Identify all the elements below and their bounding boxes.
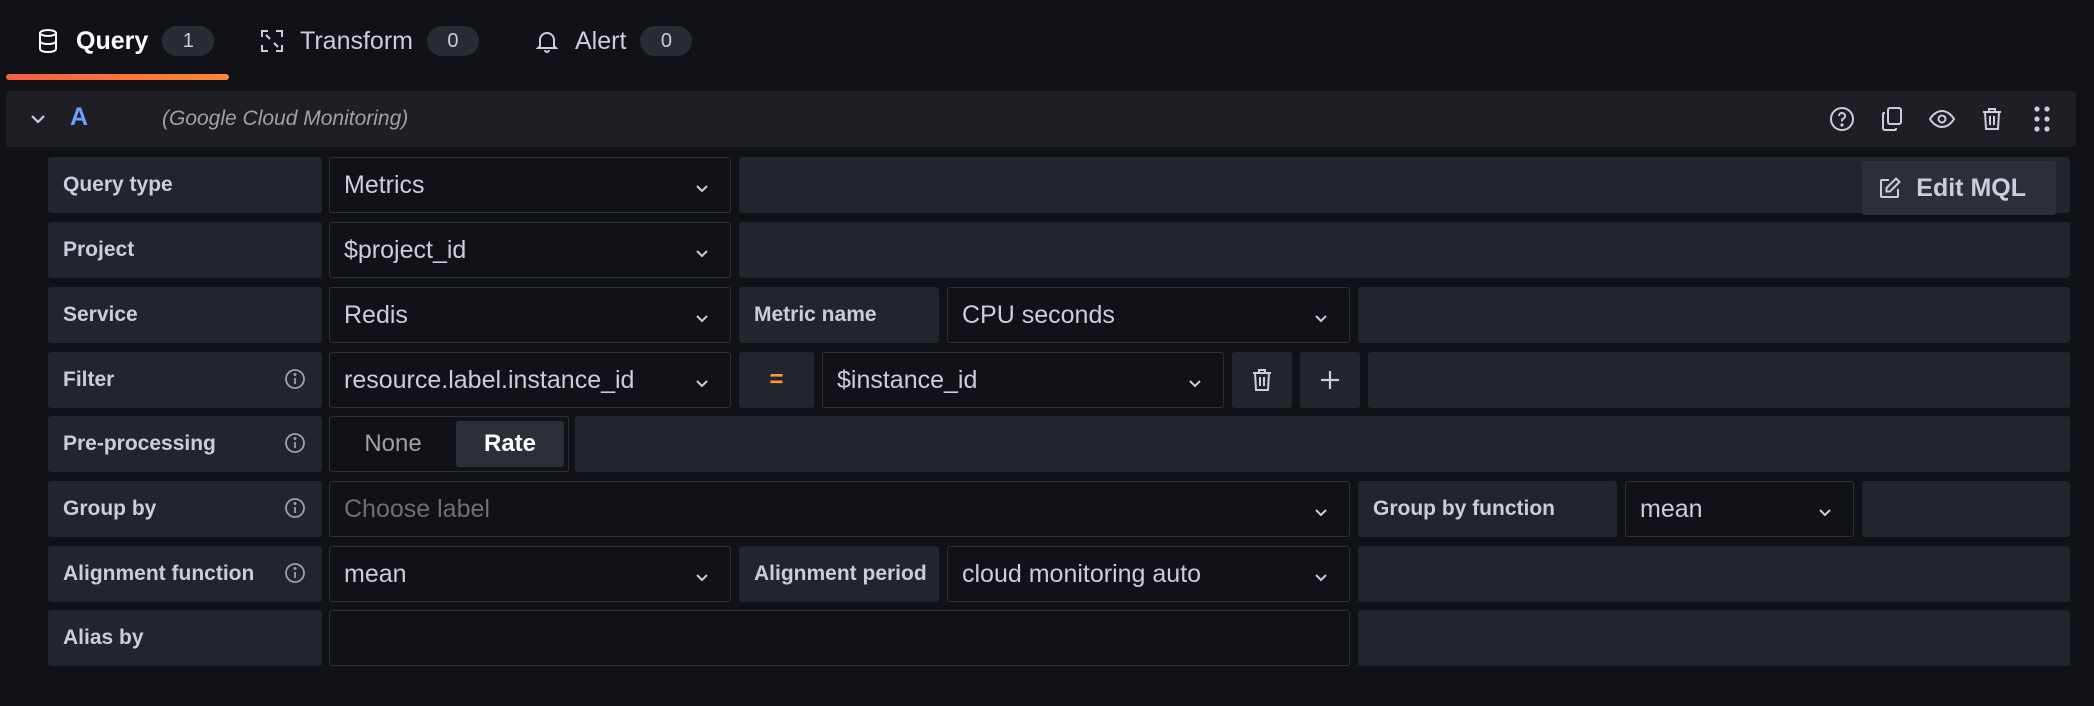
eye-icon[interactable] [1928, 103, 1956, 135]
tab-bar: Query 1 Transform 0 Alert 0 [0, 0, 2094, 82]
preprocessing-row-filler [575, 416, 2070, 472]
alignment-row: Alignment function mean Alignment period… [48, 546, 2070, 602]
preprocessing-row: Pre-processing None Rate [48, 416, 2070, 472]
group-by-select[interactable]: Choose label [329, 481, 1350, 537]
filter-value-select[interactable]: $instance_id [822, 352, 1224, 408]
chevron-down-icon [692, 371, 712, 391]
edit-mql-button[interactable]: Edit MQL [1862, 161, 2056, 215]
query-actions [1828, 103, 2056, 135]
chevron-down-icon [1185, 371, 1205, 391]
help-icon[interactable] [1828, 103, 1856, 135]
service-row-filler [1358, 287, 2070, 343]
duplicate-icon[interactable] [1878, 103, 1906, 135]
datasource-name: (Google Cloud Monitoring) [162, 107, 409, 130]
remove-filter-button[interactable] [1232, 352, 1292, 408]
group-by-function-select[interactable]: mean [1625, 481, 1854, 537]
alias-by-input[interactable] [329, 610, 1350, 666]
info-icon[interactable] [284, 368, 308, 392]
filter-row-filler [1368, 352, 2070, 408]
group-by-label: Group by [48, 481, 322, 537]
query-type-row: Query type Metrics Edit MQL [48, 157, 2070, 215]
project-row-filler [739, 222, 2070, 278]
chevron-down-icon [692, 241, 712, 261]
add-filter-button[interactable] [1300, 352, 1360, 408]
alignment-period-label: Alignment period [739, 546, 939, 602]
drag-handle-icon[interactable] [2028, 103, 2056, 135]
tab-label: Query [76, 26, 149, 55]
filter-operator-button[interactable]: = [739, 352, 814, 408]
group-by-row: Group by Choose label Group by function … [48, 481, 2070, 537]
chevron-down-icon [692, 565, 712, 585]
tab-count-badge: 0 [426, 26, 479, 56]
database-icon [34, 27, 62, 55]
project-label: Project [48, 222, 322, 278]
preprocessing-label: Pre-processing [48, 416, 322, 472]
preprocessing-radio-group: None Rate [329, 416, 569, 472]
tab-count-badge: 0 [640, 26, 693, 56]
metric-name-label: Metric name [739, 287, 939, 343]
tab-label: Transform [300, 26, 413, 55]
alignment-function-select[interactable]: mean [329, 546, 731, 602]
preprocessing-option-rate[interactable]: Rate [456, 421, 564, 467]
service-label: Service [48, 287, 322, 343]
info-icon[interactable] [284, 432, 308, 456]
alias-by-row: Alias by [48, 610, 2070, 666]
filter-row: Filter resource.label.instance_id = $ins… [48, 352, 2070, 408]
chevron-down-icon [1815, 500, 1835, 520]
tab-count-badge: 1 [162, 26, 215, 56]
alias-by-label: Alias by [48, 610, 322, 666]
plus-icon [1321, 371, 1339, 389]
query-header: A (Google Cloud Monitoring) [6, 91, 2076, 147]
chevron-down-icon [1311, 306, 1331, 326]
query-type-row-filler: Edit MQL [739, 157, 2070, 215]
metric-name-select[interactable]: CPU seconds [947, 287, 1350, 343]
tab-transform[interactable]: Transform 0 [258, 0, 479, 82]
service-row: Service Redis Metric name CPU seconds [48, 287, 2070, 343]
service-select[interactable]: Redis [329, 287, 731, 343]
tab-alert[interactable]: Alert 0 [533, 0, 693, 82]
chevron-down-icon [1311, 500, 1331, 520]
info-icon[interactable] [284, 562, 308, 586]
bell-icon [533, 27, 561, 55]
active-tab-indicator [6, 74, 229, 80]
trash-icon[interactable] [1978, 103, 2006, 135]
alignment-function-label: Alignment function [48, 546, 322, 602]
info-icon[interactable] [284, 497, 308, 521]
filter-key-select[interactable]: resource.label.instance_id [329, 352, 731, 408]
preprocessing-option-none[interactable]: None [334, 421, 452, 467]
group-by-function-label: Group by function [1358, 481, 1617, 537]
trash-icon [1253, 369, 1271, 391]
query-ref-id[interactable]: A [70, 103, 88, 132]
chevron-down-icon [692, 306, 712, 326]
transform-icon [258, 27, 286, 55]
tab-label: Alert [575, 26, 627, 55]
edit-icon [1880, 177, 1902, 198]
query-type-select[interactable]: Metrics [329, 157, 731, 213]
project-select[interactable]: $project_id [329, 222, 731, 278]
alias-by-row-filler [1358, 610, 2070, 666]
alignment-row-filler [1358, 546, 2070, 602]
project-row: Project $project_id [48, 222, 2070, 278]
query-type-label: Query type [48, 157, 322, 213]
chevron-down-icon [1311, 565, 1331, 585]
tab-query[interactable]: Query 1 [34, 0, 215, 82]
filter-label: Filter [48, 352, 322, 408]
collapse-chevron-icon[interactable] [26, 107, 50, 131]
chevron-down-icon [692, 176, 712, 196]
group-by-row-filler [1862, 481, 2070, 537]
alignment-period-select[interactable]: cloud monitoring auto [947, 546, 1350, 602]
